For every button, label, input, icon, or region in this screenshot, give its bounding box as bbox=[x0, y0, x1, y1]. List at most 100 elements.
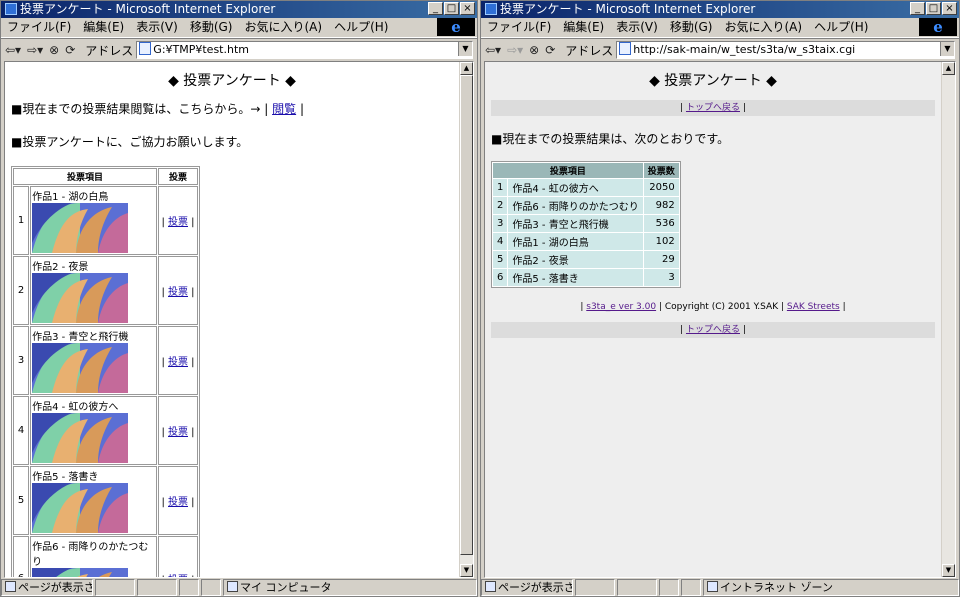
page-icon bbox=[619, 42, 632, 55]
results-intro: ■現在までの投票結果は、次のとおりです。 bbox=[491, 132, 730, 146]
artwork-thumbnail bbox=[32, 203, 129, 253]
vote-table: 投票項目 投票 1 作品1 - 湖の白鳥 | 投票 | 2 作品2 - 夜景 | 投票 |… bbox=[11, 166, 200, 578]
vote-count: 536 bbox=[643, 215, 679, 232]
left-browser-window: 投票アンケート - Microsoft Internet Explorer _ … bbox=[0, 0, 478, 597]
vote-count: 3 bbox=[643, 269, 679, 286]
vote-cell: | 投票 | bbox=[158, 256, 198, 325]
ie-logo-icon: e bbox=[437, 18, 475, 36]
scroll-up-icon[interactable]: ▲ bbox=[460, 62, 473, 75]
maximize-button[interactable]: □ bbox=[444, 2, 459, 15]
status-panel bbox=[137, 579, 177, 596]
address-input[interactable]: http://sak-main/w_test/s3ta/w_s3taix.cgi… bbox=[616, 41, 955, 59]
scroll-up-icon[interactable]: ▲ bbox=[942, 62, 955, 75]
left-title-bar[interactable]: 投票アンケート - Microsoft Internet Explorer _ … bbox=[1, 1, 477, 18]
right-window-title: 投票アンケート - Microsoft Internet Explorer bbox=[500, 2, 756, 16]
view-results-link[interactable]: 閲覧 bbox=[272, 102, 296, 116]
back-to-top-link[interactable]: トップへ戻る bbox=[686, 103, 740, 113]
vote-link[interactable]: 投票 bbox=[168, 217, 188, 228]
forward-arrow-icon[interactable]: ⇨▾ bbox=[27, 43, 43, 57]
right-title-bar[interactable]: 投票アンケート - Microsoft Internet Explorer _ … bbox=[481, 1, 959, 18]
sak-streets-link[interactable]: SAK Streets bbox=[787, 302, 840, 312]
menu-edit[interactable]: 編集(E) bbox=[563, 18, 604, 37]
scroll-down-icon[interactable]: ▼ bbox=[460, 564, 473, 577]
minimize-button[interactable]: _ bbox=[910, 2, 925, 15]
stop-icon[interactable]: ⊗ bbox=[49, 43, 59, 57]
table-row: 4 作品4 - 虹の彼方へ | 投票 | bbox=[13, 396, 198, 465]
scroll-thumb[interactable] bbox=[460, 75, 473, 555]
page-status-icon bbox=[485, 581, 496, 592]
address-dropdown-icon[interactable]: ▼ bbox=[458, 42, 472, 56]
close-button[interactable]: × bbox=[942, 2, 957, 15]
menu-go[interactable]: 移動(G) bbox=[670, 18, 713, 37]
back-arrow-icon[interactable]: ⇦▾ bbox=[485, 43, 501, 57]
right-menu-bar: ファイル(F) 編集(E) 表示(V) 移動(G) お気に入り(A) ヘルプ(H… bbox=[481, 18, 959, 38]
status-text: ページが表示さ bbox=[1, 579, 93, 596]
menu-help[interactable]: ヘルプ(H) bbox=[334, 18, 388, 37]
item-name: 作品6 - 雨降りのかたつむり bbox=[32, 542, 149, 568]
artwork-thumbnail bbox=[32, 483, 129, 533]
row-number: 4 bbox=[13, 396, 30, 465]
vote-link[interactable]: 投票 bbox=[168, 497, 188, 508]
intranet-zone-icon bbox=[707, 581, 718, 592]
left-content-area: ◆ 投票アンケート ◆ ■現在までの投票結果閲覧は、こちらから。→ | 閲覧 |… bbox=[4, 61, 474, 578]
rank: 5 bbox=[493, 251, 508, 268]
back-to-top-link[interactable]: トップへ戻る bbox=[686, 325, 740, 335]
vote-link[interactable]: 投票 bbox=[168, 287, 188, 298]
right-vertical-scrollbar[interactable]: ▲ ▼ bbox=[941, 62, 955, 577]
scroll-down-icon[interactable]: ▼ bbox=[942, 564, 955, 577]
right-content-area: ◆ 投票アンケート ◆ | トップへ戻る | ■現在までの投票結果は、次のとおり… bbox=[484, 61, 956, 578]
address-value: G:¥TMP¥test.htm bbox=[153, 43, 249, 56]
maximize-button[interactable]: □ bbox=[926, 2, 941, 15]
menu-view[interactable]: 表示(V) bbox=[136, 18, 178, 37]
vote-link[interactable]: 投票 bbox=[168, 357, 188, 368]
row-number: 5 bbox=[13, 466, 30, 535]
page-title: ◆ 投票アンケート ◆ bbox=[168, 73, 296, 89]
artwork-thumbnail bbox=[32, 568, 129, 577]
menu-favorites[interactable]: お気に入り(A) bbox=[244, 18, 322, 37]
menu-go[interactable]: 移動(G) bbox=[190, 18, 233, 37]
menu-favorites[interactable]: お気に入り(A) bbox=[724, 18, 802, 37]
minimize-button[interactable]: _ bbox=[428, 2, 443, 15]
left-vertical-scrollbar[interactable]: ▲ ▼ bbox=[459, 62, 473, 577]
page-icon bbox=[139, 42, 152, 55]
stop-icon[interactable]: ⊗ bbox=[529, 43, 539, 57]
rank: 3 bbox=[493, 215, 508, 232]
refresh-icon[interactable]: ⟳ bbox=[65, 43, 75, 57]
left-status-bar: ページが表示さ マイ コンピュータ bbox=[1, 579, 477, 596]
back-arrow-icon[interactable]: ⇦▾ bbox=[5, 43, 21, 57]
item-name: 作品4 - 虹の彼方へ bbox=[508, 179, 643, 196]
table-row: 2 作品2 - 夜景 | 投票 | bbox=[13, 256, 198, 325]
col-item-header: 投票項目 bbox=[13, 168, 157, 185]
menu-help[interactable]: ヘルプ(H) bbox=[814, 18, 868, 37]
menu-edit[interactable]: 編集(E) bbox=[83, 18, 124, 37]
menu-file[interactable]: ファイル(F) bbox=[487, 18, 551, 37]
row-number: 1 bbox=[13, 186, 30, 255]
menu-view[interactable]: 表示(V) bbox=[616, 18, 658, 37]
vote-count: 2050 bbox=[643, 179, 679, 196]
bottom-nav-bar: | トップへ戻る | bbox=[491, 322, 935, 338]
address-dropdown-icon[interactable]: ▼ bbox=[940, 42, 954, 56]
rank: 2 bbox=[493, 197, 508, 214]
results-line: ■現在までの投票結果閲覧は、こちらから。→ | 閲覧 | bbox=[11, 102, 304, 116]
refresh-icon[interactable]: ⟳ bbox=[545, 43, 555, 57]
vote-cell: | 投票 | bbox=[158, 186, 198, 255]
vote-cell: | 投票 | bbox=[158, 536, 198, 578]
address-input[interactable]: G:¥TMP¥test.htm ▼ bbox=[136, 41, 473, 59]
status-zone: マイ コンピュータ bbox=[223, 579, 477, 596]
vote-link[interactable]: 投票 bbox=[168, 575, 188, 578]
left-menu-bar: ファイル(F) 編集(E) 表示(V) 移動(G) お気に入り(A) ヘルプ(H… bbox=[1, 18, 477, 38]
forward-arrow-icon[interactable]: ⇨▾ bbox=[507, 43, 523, 57]
rank: 1 bbox=[493, 179, 508, 196]
table-row: 4 作品1 - 湖の白鳥 102 bbox=[493, 233, 679, 250]
address-value: http://sak-main/w_test/s3ta/w_s3taix.cgi bbox=[633, 43, 856, 56]
col-item-header: 投票項目 bbox=[493, 163, 643, 178]
ie-window-icon bbox=[485, 3, 497, 15]
col-vote-header: 投票 bbox=[158, 168, 198, 185]
vote-link[interactable]: 投票 bbox=[168, 427, 188, 438]
row-number: 3 bbox=[13, 326, 30, 395]
close-button[interactable]: × bbox=[460, 2, 475, 15]
version-link[interactable]: s3ta_e ver 3.00 bbox=[586, 302, 656, 312]
item-name: 作品5 - 落書き bbox=[32, 472, 99, 483]
artwork-thumbnail bbox=[32, 343, 129, 393]
menu-file[interactable]: ファイル(F) bbox=[7, 18, 71, 37]
